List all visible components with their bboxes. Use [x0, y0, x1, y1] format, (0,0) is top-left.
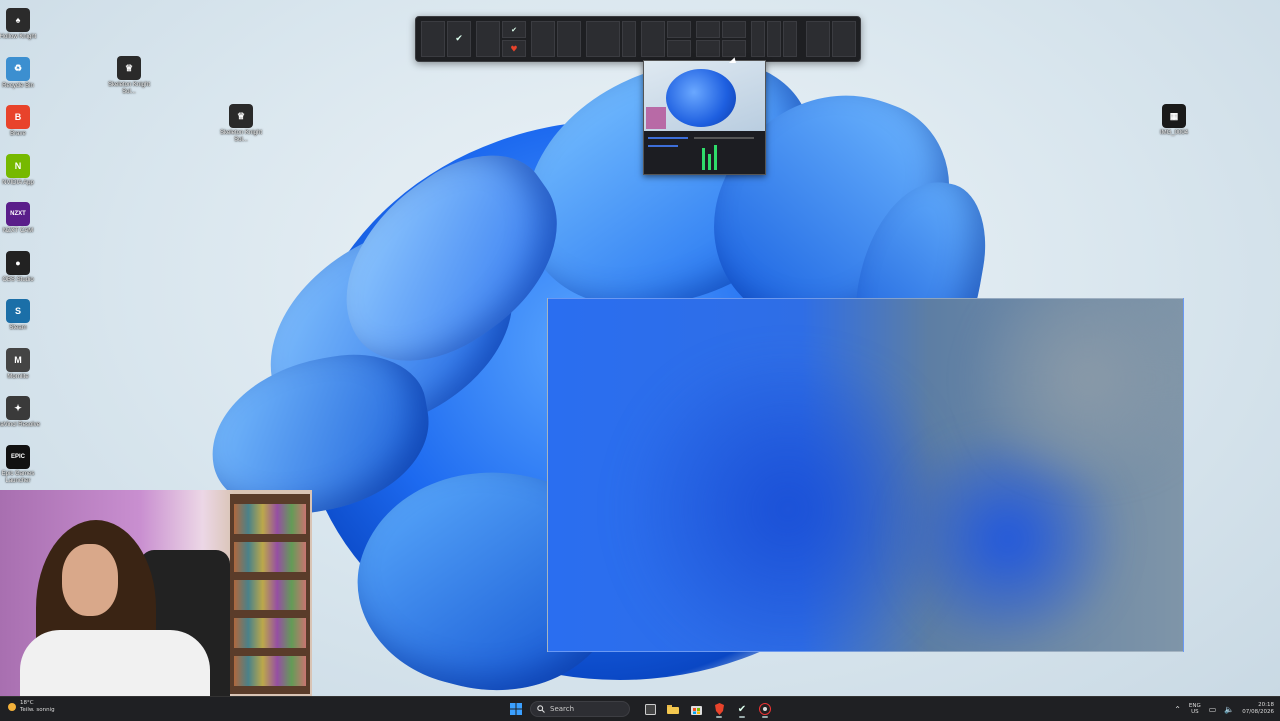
steam-mini-icon: ✔: [455, 34, 463, 44]
task-view-button[interactable]: [641, 700, 659, 718]
windows-icon: [510, 703, 522, 715]
desktop-icon-image-file[interactable]: ▦ IMG_0004: [1152, 104, 1196, 137]
virtual-desktop-slot[interactable]: [806, 21, 830, 57]
steam-taskbar-button[interactable]: ✔: [733, 700, 751, 718]
skeleton-knight-icon: ♕: [229, 104, 253, 128]
folder-icon: [667, 705, 679, 714]
virtual-desktop-slot[interactable]: [832, 21, 856, 57]
clock[interactable]: 20:18 07/08/2026: [1242, 702, 1274, 716]
virtual-desktop-slot[interactable]: [557, 21, 581, 57]
weather-widget[interactable]: 18°C Teilw. sonnig: [8, 700, 55, 714]
desktop-icon-skeleton-knight-1[interactable]: ♕ Skeleton Knight Sol...: [107, 56, 151, 96]
obs-taskbar-button[interactable]: [756, 700, 774, 718]
brave-taskbar-button[interactable]: [710, 700, 728, 718]
steam-mini-icon: ✔: [511, 25, 517, 34]
task-view-icon: [644, 703, 656, 715]
desktop-icon-davinci[interactable]: ✦ DaVinci Resolve: [0, 396, 40, 429]
brave-icon: [714, 703, 724, 715]
taskbar-center: Search ✔: [507, 699, 774, 719]
desktop-icon-label: NZXT CAM: [2, 228, 34, 234]
steam-icon: ✔: [737, 703, 747, 715]
brave-mini-icon: ♥: [510, 44, 518, 53]
desktop-icon-label: Mornlite: [7, 373, 29, 380]
desktop[interactable]: ♠ Hollow Knight ♻ Recycle Bin B Brave N NVIDIA …: [0, 0, 1280, 696]
weather-temp: 18°C: [20, 700, 34, 706]
webcam-overlay: [0, 490, 312, 696]
virtual-desktop-slot[interactable]: [696, 21, 720, 57]
virtual-desktop-slot[interactable]: [783, 21, 797, 57]
virtual-desktop-slot[interactable]: [751, 21, 765, 57]
brave-icon: B: [6, 105, 30, 129]
desktop-icon-recycle-bin[interactable]: ♻ Recycle Bin: [0, 56, 40, 90]
desktop-icon-label: Hollow Knight: [0, 34, 37, 40]
desktop-icon-steam[interactable]: S Steam: [0, 299, 40, 332]
desktop-icon-label: Brave: [10, 131, 26, 137]
steam-icon: S: [6, 299, 30, 323]
store-button[interactable]: [687, 700, 705, 718]
virtual-desktop-slot[interactable]: [641, 21, 665, 57]
desktop-icon-label: Steam: [9, 325, 27, 331]
nzxt-cam-icon: NZXT: [6, 202, 30, 226]
desktop-icon-label: NVIDIA App: [2, 179, 34, 186]
epic-games-icon: EPIC: [6, 444, 30, 469]
network-icon[interactable]: ▭: [1209, 705, 1217, 714]
desktop-icon-nvidia[interactable]: N NVIDIA App: [0, 153, 40, 187]
mornlite-icon: M: [6, 347, 30, 372]
clock-time: 20:18: [1258, 702, 1274, 708]
system-tray: ⌃ ENG US ▭ 🔈 20:18 07/08/2026: [1174, 699, 1274, 719]
davinci-icon: ✦: [6, 396, 30, 420]
image-file-icon: ▦: [1162, 104, 1186, 128]
search-icon: [537, 705, 545, 713]
virtual-desktop-slot[interactable]: [767, 21, 781, 57]
chevron-up-icon[interactable]: ⌃: [1174, 705, 1181, 714]
desktop-icon-label: Recycle Bin: [2, 82, 34, 89]
desktop-icon-label: DaVinci Resolve: [0, 422, 40, 428]
desktop-icon-label: Epic Games Launcher: [1, 470, 35, 484]
volume-icon[interactable]: 🔈: [1224, 705, 1234, 714]
start-button[interactable]: [507, 700, 525, 718]
taskbar: 18°C Teilw. sonnig Search ✔ ⌃ ENG US ▭ 🔈…: [0, 696, 1280, 721]
desktop-icon-mornlite[interactable]: M Mornlite: [0, 347, 40, 381]
virtual-desktop-slot[interactable]: [476, 21, 500, 57]
virtual-desktop-slot[interactable]: ✔: [447, 21, 471, 57]
desktop-icon-label: IMG_0004: [1159, 130, 1189, 136]
taskbar-search[interactable]: Search: [530, 701, 630, 717]
virtual-desktop-slot[interactable]: [586, 21, 620, 57]
keyboard-layout: US: [1191, 709, 1199, 715]
obs-icon: ●: [6, 250, 30, 275]
skeleton-knight-icon: ♕: [117, 56, 141, 80]
blurred-window[interactable]: [547, 298, 1184, 652]
desktop-icon-obs[interactable]: ● OBS Studio: [0, 250, 40, 284]
desktop-icon-hollow-knight[interactable]: ♠ Hollow Knight: [0, 8, 40, 41]
search-placeholder: Search: [550, 705, 575, 713]
desktop-icon-label: Skeleton Knight Sol...: [107, 82, 151, 95]
virtual-desktop-slot-active[interactable]: [722, 21, 746, 57]
desktop-icon-label: OBS Studio: [2, 276, 34, 283]
virtual-desktop-slot[interactable]: ✔ ♥: [502, 21, 526, 57]
window-preview-thumbnail[interactable]: [643, 60, 766, 175]
desktop-icon-skeleton-knight-2[interactable]: ♕ Skeleton Knight Sol...: [219, 104, 263, 144]
virtual-desktop-slot[interactable]: [622, 21, 636, 57]
virtual-desktop-slot[interactable]: [667, 21, 691, 57]
obs-icon: [759, 703, 771, 715]
file-explorer-button[interactable]: [664, 700, 682, 718]
weather-desc: Teilw. sonnig: [20, 707, 55, 713]
virtual-desktop-slot[interactable]: [531, 21, 555, 57]
hollow-knight-icon: ♠: [6, 8, 30, 32]
desktop-icon-label: Skeleton Knight Sol...: [219, 130, 263, 143]
desktop-icon-brave[interactable]: B Brave: [0, 105, 40, 138]
desktop-icon-epic-games[interactable]: EPIC Epic Games Launcher: [0, 444, 40, 485]
weather-sun-icon: [8, 703, 16, 711]
language-indicator[interactable]: ENG US: [1189, 703, 1201, 716]
nvidia-icon: N: [6, 153, 30, 178]
clock-date: 07/08/2026: [1242, 709, 1274, 715]
store-icon: [690, 705, 702, 715]
virtual-desktop-switcher: ✔ ✔ ♥: [415, 16, 861, 62]
recycle-bin-icon: ♻: [6, 56, 30, 81]
desktop-icon-nzxt-cam[interactable]: NZXT NZXT CAM: [0, 202, 40, 235]
virtual-desktop-slot[interactable]: [421, 21, 445, 57]
